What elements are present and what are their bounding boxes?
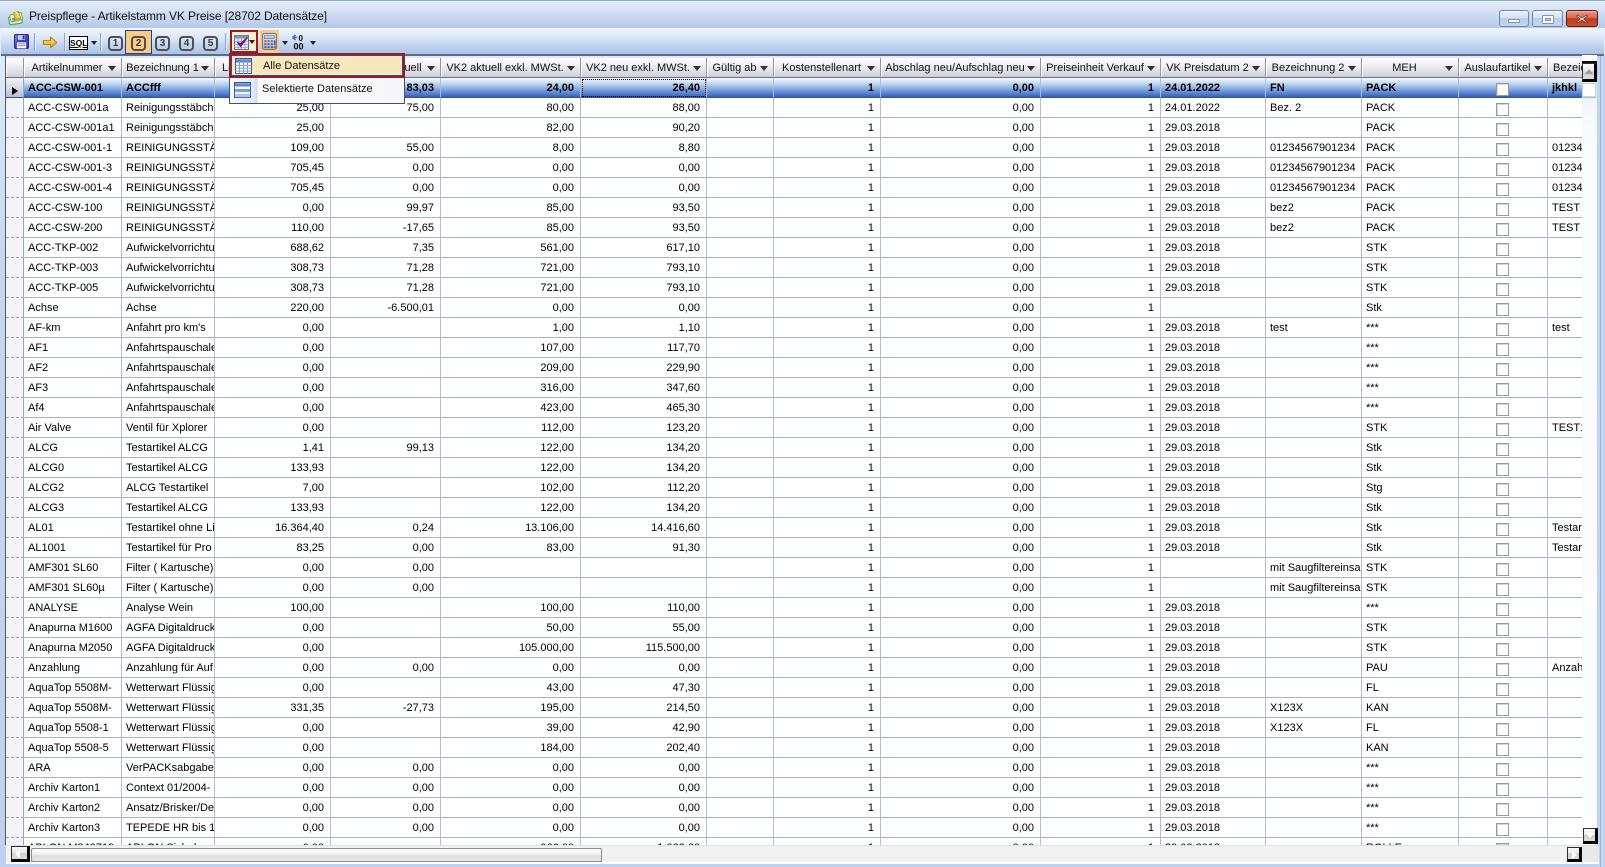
svg-text:00: 00 [294, 42, 304, 52]
